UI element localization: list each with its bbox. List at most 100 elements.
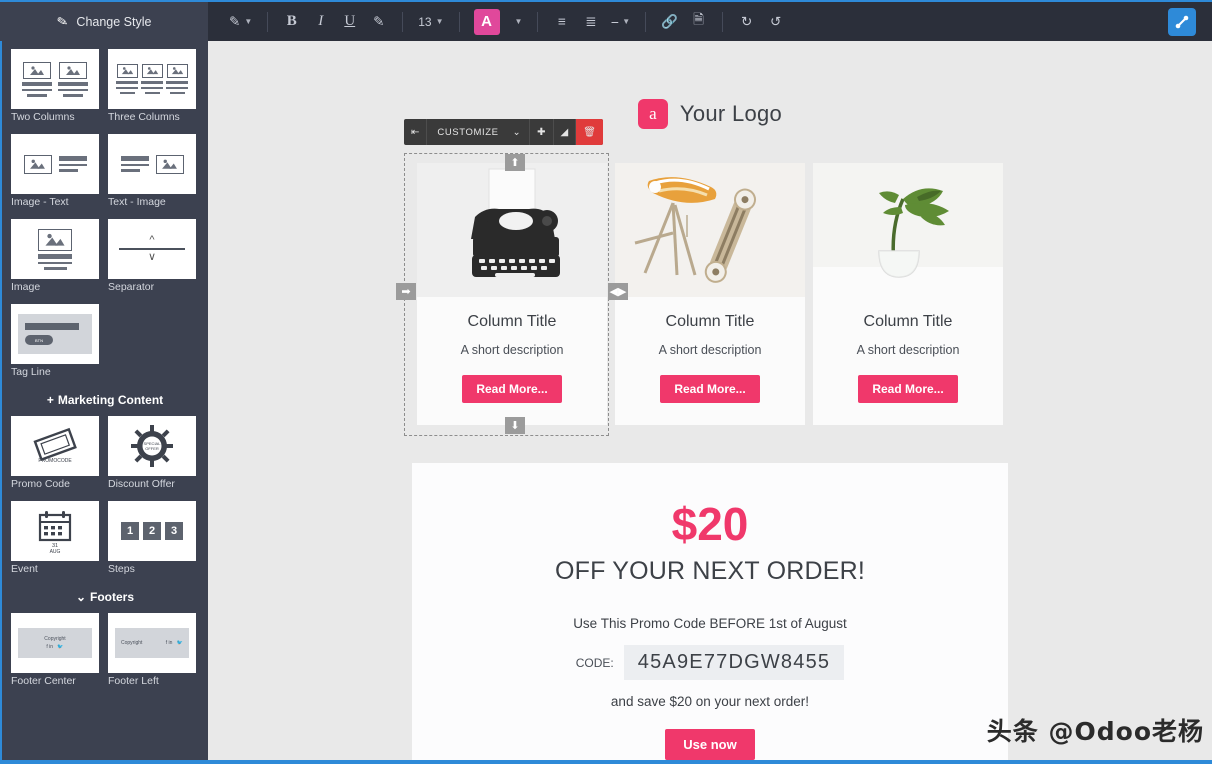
promo-code-value[interactable]: 45A9E77DGW8455 bbox=[623, 645, 845, 680]
sidebar-block-discount-offer[interactable]: SPECIAL OFFER Discount Offer bbox=[108, 416, 196, 494]
column-title[interactable]: Column Title bbox=[425, 313, 599, 331]
bottom-accent-strip bbox=[0, 760, 1212, 764]
column-image-typewriter[interactable] bbox=[417, 163, 607, 297]
read-more-button[interactable]: Read More... bbox=[660, 375, 760, 403]
text-image-thumbnail bbox=[108, 134, 196, 194]
sidebar-block-label: Three Columns bbox=[108, 111, 180, 123]
customize-label: CUSTOMIZE bbox=[437, 126, 499, 138]
block-customize-toolbar[interactable]: ⇤ CUSTOMIZE ⌄ ✚ ◢ 🗑 bbox=[404, 119, 603, 145]
move-up-handle[interactable]: ⬆ bbox=[505, 154, 525, 171]
underline-button[interactable]: U bbox=[336, 8, 363, 35]
event-thumbnail: 31 AUG bbox=[11, 501, 99, 561]
change-style-label: Change Style bbox=[76, 14, 152, 29]
promo-footer-note: and save $20 on your next order! bbox=[610, 694, 810, 709]
insert-link-icon[interactable]: 🔗 bbox=[656, 8, 683, 35]
resize-right-handle[interactable]: ◀▶ bbox=[608, 283, 628, 300]
column-description[interactable]: A short description bbox=[425, 343, 599, 357]
svg-text:PROMOCODE: PROMOCODE bbox=[38, 458, 72, 464]
separator-thumbnail: ^ ∨ bbox=[108, 219, 196, 279]
sidebar-block-tag-line[interactable]: BTN Tag Line bbox=[11, 304, 99, 382]
align-button[interactable]: ⎯ ▼ bbox=[606, 8, 635, 35]
email-canvas[interactable]: a Your Logo ⇤ CUSTOMIZE ⌄ ✚ ◢ 🗑 ⬆ ⬇ ➡ ◀▶… bbox=[208, 41, 1212, 764]
text-color-button[interactable]: A bbox=[470, 8, 504, 35]
paint-icon[interactable]: ◢ bbox=[554, 119, 577, 145]
drag-handle-icon[interactable]: ⇤ bbox=[404, 119, 428, 145]
sidebar-block-image[interactable]: Image bbox=[11, 219, 99, 297]
sidebar-block-separator[interactable]: ^ ∨ Separator bbox=[108, 219, 196, 297]
email-column-1[interactable]: ⇤ CUSTOMIZE ⌄ ✚ ◢ 🗑 ⬆ ⬇ ➡ ◀▶ Column Titl… bbox=[396, 119, 628, 436]
column-3-body: Column Title A short description Read Mo… bbox=[813, 297, 1003, 425]
column-2-body: Column Title A short description Read Mo… bbox=[615, 297, 805, 425]
unordered-list-button[interactable]: ≡ bbox=[548, 8, 575, 35]
bold-button[interactable]: B bbox=[278, 8, 305, 35]
format-style-icon: ✎ bbox=[229, 13, 241, 29]
footer-left-thumbnail: Copyright f in 🐦 bbox=[108, 613, 196, 673]
logo-text: Your Logo bbox=[679, 101, 783, 126]
sidebar-block-image-text[interactable]: Image - Text bbox=[11, 134, 99, 212]
customize-dropdown[interactable]: CUSTOMIZE ⌄ bbox=[427, 119, 531, 145]
app-root: ✎ Change Style ✎ ▼ B I U ✎ 13 ▼ A ▼ ≡ ≣ ⎯ ▼ bbox=[0, 0, 1212, 764]
redo-button[interactable]: ↺ bbox=[762, 8, 789, 35]
sidebar-block-label: Text - Image bbox=[108, 196, 166, 208]
undo-button[interactable]: ↻ bbox=[733, 8, 760, 35]
format-style-button[interactable]: ✎ ▼ bbox=[224, 8, 257, 35]
font-color-swatch: A bbox=[473, 8, 500, 35]
move-icon[interactable]: ✚ bbox=[530, 119, 554, 145]
marketing-blocks-grid: PROMOCODE Promo Code SPECIAL OFFER Disco… bbox=[11, 416, 199, 579]
promo-code-block[interactable]: $20 OFF YOUR NEXT ORDER! Use This Promo … bbox=[412, 463, 1008, 764]
sidebar-block-label: Promo Code bbox=[11, 478, 70, 490]
use-now-button[interactable]: Use now bbox=[665, 729, 755, 760]
column-image-sculpture[interactable] bbox=[615, 163, 805, 297]
column-description[interactable]: A short description bbox=[821, 343, 995, 357]
text-color-dropdown[interactable]: ▼ bbox=[506, 8, 528, 35]
column-image-plant[interactable] bbox=[813, 163, 1003, 297]
text-highlight-button[interactable]: ✎ bbox=[365, 8, 392, 35]
change-style-button[interactable]: ✎ Change Style bbox=[0, 2, 208, 41]
sidebar-block-label: Steps bbox=[108, 563, 135, 575]
sidebar-block-three-columns[interactable]: Three Columns bbox=[108, 49, 196, 127]
image-text-thumbnail bbox=[11, 134, 99, 194]
italic-button[interactable]: I bbox=[307, 8, 334, 35]
ordered-list-button[interactable]: ≣ bbox=[577, 8, 604, 35]
move-down-handle[interactable]: ⬇ bbox=[505, 417, 525, 434]
section-header-footers[interactable]: ⌄ Footers bbox=[11, 579, 199, 613]
logo-mark-icon: a bbox=[637, 99, 668, 129]
email-column-2[interactable]: Column Title A short description Read Mo… bbox=[615, 163, 805, 425]
read-more-button[interactable]: Read More... bbox=[462, 375, 562, 403]
font-size-dropdown[interactable]: 13 ▼ bbox=[413, 8, 448, 35]
column-description[interactable]: A short description bbox=[623, 343, 797, 357]
chevron-down-icon: ▼ bbox=[435, 17, 444, 26]
sidebar-block-label: Event bbox=[11, 563, 38, 575]
sidebar-block-footer-center[interactable]: Copyright f in 🐦 Footer Center bbox=[11, 613, 99, 691]
chevron-down-icon: ⌄ bbox=[512, 126, 522, 138]
sidebar-block-label: Tag Line bbox=[11, 366, 51, 378]
pen-icon: ✎ bbox=[54, 12, 69, 30]
expand-diagonal-icon[interactable] bbox=[1168, 7, 1196, 36]
read-more-button[interactable]: Read More... bbox=[858, 375, 958, 403]
sidebar-block-footer-left[interactable]: Copyright f in 🐦 Footer Left bbox=[108, 613, 196, 691]
plus-icon: + bbox=[46, 393, 54, 407]
blocks-sidebar[interactable]: Two Columns Three Columns Image - Text T… bbox=[0, 41, 208, 764]
sidebar-block-two-columns[interactable]: Two Columns bbox=[11, 49, 99, 127]
toolbar-divider bbox=[267, 11, 269, 32]
sidebar-block-promo-code[interactable]: PROMOCODE Promo Code bbox=[11, 416, 99, 494]
toolbar-divider bbox=[645, 11, 647, 32]
sidebar-block-label: Two Columns bbox=[11, 111, 75, 123]
insert-media-icon[interactable]: 🗎 bbox=[685, 8, 712, 35]
sidebar-block-label: Discount Offer bbox=[108, 478, 175, 490]
resize-left-handle[interactable]: ➡ bbox=[396, 283, 416, 300]
tag-line-thumbnail: BTN bbox=[11, 304, 99, 364]
section-header-marketing-content[interactable]: + Marketing Content bbox=[11, 382, 199, 416]
sidebar-block-steps[interactable]: 1 2 3 Steps bbox=[108, 501, 196, 579]
toolbar-divider bbox=[537, 11, 539, 32]
toolbar-divider bbox=[458, 11, 460, 32]
column-title[interactable]: Column Title bbox=[821, 313, 995, 331]
delete-icon[interactable]: 🗑 bbox=[576, 119, 603, 145]
column-title[interactable]: Column Title bbox=[623, 313, 797, 331]
email-column-3[interactable]: Column Title A short description Read Mo… bbox=[813, 163, 1003, 425]
sidebar-block-event[interactable]: 31 AUG Event bbox=[11, 501, 99, 579]
email-logo[interactable]: a Your Logo bbox=[208, 41, 1212, 163]
section-title: Footers bbox=[90, 590, 135, 604]
sidebar-block-text-image[interactable]: Text - Image bbox=[108, 134, 196, 212]
toolbar-right-group bbox=[1152, 2, 1212, 41]
